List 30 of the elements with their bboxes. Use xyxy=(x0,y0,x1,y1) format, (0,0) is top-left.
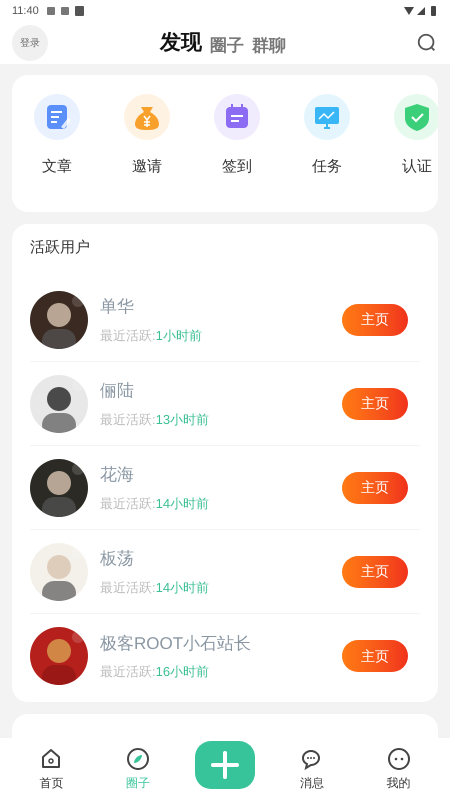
notification-icons xyxy=(46,6,87,16)
user-name: 板荡 xyxy=(100,548,135,570)
smiley-icon xyxy=(386,746,411,770)
shortcut-label[interactable]: 文章 xyxy=(42,156,72,178)
shortcut-label[interactable]: 任务 xyxy=(312,156,342,178)
user-name: 花海 xyxy=(100,464,135,486)
shortcut-label[interactable]: 认证 xyxy=(402,156,432,178)
nav-tab[interactable]: 消息 xyxy=(282,746,342,792)
header-tab[interactable]: 群聊 xyxy=(252,33,286,59)
last-active-text: 最近活跃:14小时前 xyxy=(100,494,210,512)
header-tab[interactable]: 圈子 xyxy=(210,33,244,59)
nav-tab[interactable]: 首页 xyxy=(21,746,82,792)
last-active-text: 最近活跃:14小时前 xyxy=(100,578,210,596)
header-tab[interactable]: 发现 xyxy=(160,27,202,59)
nav-tab[interactable]: 我的 xyxy=(368,746,429,792)
signal-battery-icons xyxy=(404,6,438,16)
last-active-text: 最近活跃:16小时前 xyxy=(100,663,210,681)
search-icon[interactable] xyxy=(416,32,438,54)
plus-icon xyxy=(210,751,239,779)
status-time: 11:40 xyxy=(12,4,39,19)
login-button[interactable]: 登录 xyxy=(12,25,48,61)
user-name: 俪陆 xyxy=(100,380,135,402)
last-active-text: 最近活跃:13小时前 xyxy=(100,410,210,428)
section-title: 活跃用户 xyxy=(30,238,91,258)
user-name: 极客ROOT小石站长 xyxy=(100,632,252,654)
last-active-text: 最近活跃:1小时前 xyxy=(100,326,203,344)
shortcut-label[interactable]: 邀请 xyxy=(132,156,162,178)
shortcut-label[interactable]: 签到 xyxy=(222,156,252,178)
user-name: 单华 xyxy=(100,296,135,318)
compass-icon xyxy=(126,746,150,770)
